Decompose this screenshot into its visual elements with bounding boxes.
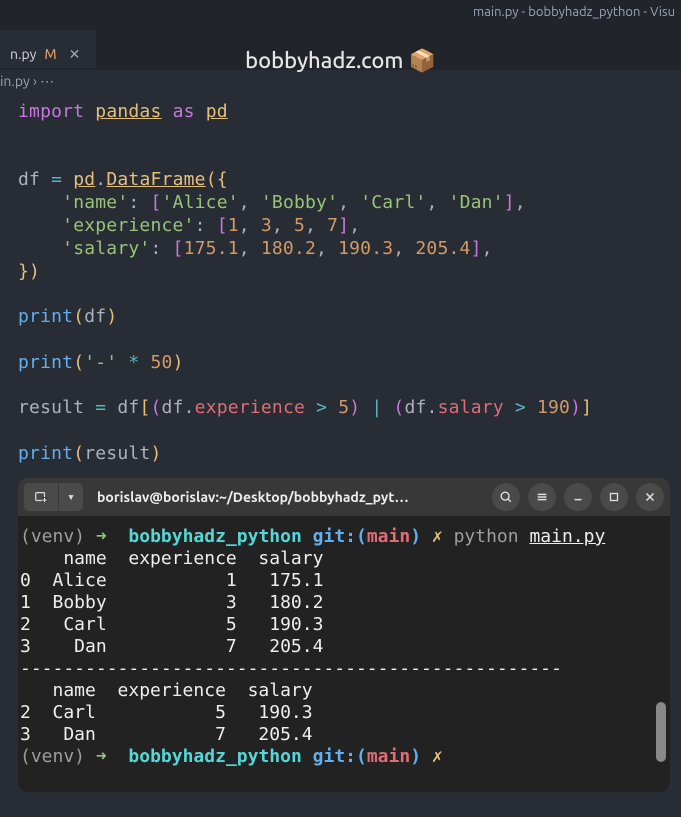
terminal-output: 2 Carl 5 190.3 (18, 702, 670, 724)
code-editor[interactable]: import pandas as pd df = pd.DataFrame({ … (0, 93, 681, 466)
code-line: df = pd.DataFrame({ (18, 169, 681, 192)
tabs-bar: n.py M ✕ (0, 30, 681, 70)
tab-label: n.py (10, 46, 36, 62)
code-line: 'salary': [175.1, 180.2, 190.3, 205.4], (18, 238, 681, 261)
terminal-output: name experience salary (18, 548, 670, 570)
code-line: print(result) (18, 443, 681, 466)
new-tab-dropdown[interactable]: ▾ (59, 483, 83, 511)
tab-mainpy[interactable]: n.py M ✕ (0, 30, 96, 68)
code-line (18, 329, 681, 352)
terminal-prompt: (venv) ➜ bobbyhadz_python git:(main) ✗ (18, 746, 670, 768)
code-line (18, 124, 681, 147)
terminal-window: ▾ borislav@borislav:~/Desktop/bobbyhadz_… (18, 478, 670, 792)
terminal-output: 1 Bobby 3 180.2 (18, 592, 670, 614)
terminal-title: borislav@borislav:~/Desktop/bobbyhadz_py… (87, 489, 484, 505)
terminal-body[interactable]: (venv) ➜ bobbyhadz_python git:(main) ✗ p… (18, 516, 670, 792)
code-line: 'name': ['Alice', 'Bobby', 'Carl', 'Dan'… (18, 192, 681, 215)
close-icon[interactable] (636, 483, 664, 511)
terminal-output: 3 Dan 7 205.4 (18, 724, 670, 746)
terminal-output: ----------------------------------------… (18, 658, 670, 680)
code-line (18, 147, 681, 170)
breadcrumb[interactable]: in.py › ⋯ (0, 70, 681, 93)
window-title: main.py - bobbyhadz_python - Visu (473, 5, 675, 19)
breadcrumb-text: in.py › ⋯ (0, 73, 54, 89)
menu-icon[interactable] (528, 483, 556, 511)
code-line (18, 375, 681, 398)
code-line: print(df) (18, 306, 681, 329)
terminal-output: 3 Dan 7 205.4 (18, 636, 670, 658)
code-line (18, 420, 681, 443)
terminal-header: ▾ borislav@borislav:~/Desktop/bobbyhadz_… (18, 478, 670, 516)
scrollbar-thumb[interactable] (656, 702, 666, 762)
code-line: result = df[(df.experience > 5) | (df.sa… (18, 397, 681, 420)
window-title-bar: main.py - bobbyhadz_python - Visu (0, 0, 681, 30)
modified-badge: M (44, 46, 56, 62)
code-line: }) (18, 261, 681, 284)
terminal-output: 2 Carl 5 190.3 (18, 614, 670, 636)
code-line (18, 283, 681, 306)
terminal-newtab-group: ▾ (24, 483, 83, 511)
code-line: print('-' * 50) (18, 352, 681, 375)
minimize-icon[interactable] (564, 483, 592, 511)
code-line: import pandas as pd (18, 101, 681, 124)
code-line: 'experience': [1, 3, 5, 7], (18, 215, 681, 238)
terminal-output: name experience salary (18, 680, 670, 702)
terminal-prompt: (venv) ➜ bobbyhadz_python git:(main) ✗ p… (18, 526, 670, 548)
maximize-icon[interactable] (600, 483, 628, 511)
terminal-output: 0 Alice 1 175.1 (18, 570, 670, 592)
close-icon[interactable]: ✕ (65, 46, 85, 63)
search-icon[interactable] (492, 483, 520, 511)
new-tab-button[interactable] (24, 483, 58, 511)
